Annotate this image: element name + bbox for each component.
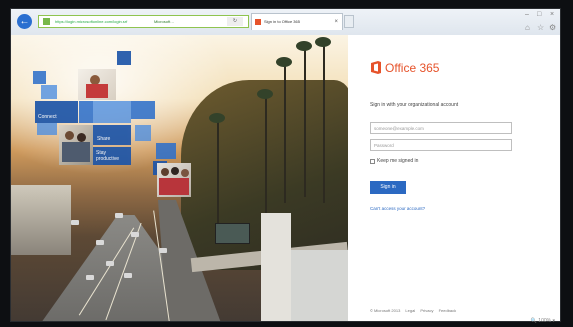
building — [11, 185, 71, 255]
zoom-dropdown-icon: ▾ — [552, 318, 555, 324]
decorative-tile — [37, 123, 57, 135]
favorites-icon[interactable]: ☆ — [537, 23, 544, 32]
building — [291, 250, 348, 321]
signin-heading: Sign in with your organizational account — [370, 102, 459, 108]
zoom-level[interactable]: 🔍 100% ▾ — [531, 318, 555, 324]
decorative-tile — [33, 71, 46, 84]
tab-signin[interactable]: Sign in to Office 365 × — [251, 13, 343, 30]
office365-brand: Office 365 — [385, 61, 440, 75]
palm-tree — [284, 63, 286, 203]
palm-tree — [304, 47, 306, 197]
team-photo-tile — [157, 163, 191, 197]
palm-tree — [265, 95, 267, 215]
office-favicon-icon — [255, 19, 261, 25]
office-logo-icon — [371, 61, 381, 74]
tab-close-icon[interactable]: × — [334, 14, 338, 30]
zoom-icon: 🔍 — [530, 318, 537, 324]
people-photo-tile — [59, 125, 93, 165]
browser-window: ← https://login.microsoftonline.com/logi… — [10, 8, 561, 322]
keep-signed-in-checkbox[interactable] — [370, 159, 375, 164]
copyright-text: © Microsoft 2013 — [370, 308, 401, 313]
highway-sign — [215, 223, 250, 244]
new-tab-button[interactable] — [344, 15, 354, 28]
decorative-tile — [79, 101, 93, 123]
stay-productive-tile: Stay productive — [93, 147, 131, 165]
decorative-tile — [117, 51, 131, 65]
privacy-link[interactable]: Privacy — [420, 308, 433, 313]
tab-title: Sign in to Office 365 — [264, 19, 300, 24]
person-photo-tile — [78, 69, 116, 100]
footer: © Microsoft 2013 Legal Privacy Feedback — [370, 308, 460, 313]
decorative-tile — [93, 101, 131, 123]
window-close-icon[interactable]: × — [550, 11, 554, 19]
decorative-tile — [156, 143, 176, 159]
palm-tree — [323, 43, 325, 203]
feedback-link[interactable]: Feedback — [439, 308, 457, 313]
refresh-icon[interactable]: ↻ — [227, 17, 243, 26]
address-url: https://login.microsoftonline.com/login.… — [55, 19, 128, 24]
hero-photo: Connect Share Stay productive — [11, 35, 348, 321]
zoom-value: 100% — [538, 318, 552, 324]
maximize-icon[interactable]: □ — [537, 11, 541, 19]
signin-button[interactable]: Sign in — [370, 181, 406, 194]
legal-link[interactable]: Legal — [405, 308, 415, 313]
home-icon[interactable]: ⌂ — [525, 23, 530, 32]
signin-panel: Office 365 Sign in with your organizatio… — [348, 35, 560, 321]
share-tile: Share — [93, 125, 131, 145]
lock-icon — [43, 18, 50, 25]
decorative-tile — [41, 85, 57, 99]
back-arrow-icon[interactable]: ← — [17, 14, 32, 29]
decorative-tile — [131, 101, 155, 119]
decorative-tile — [135, 125, 151, 141]
username-field[interactable] — [370, 122, 512, 134]
keep-signed-in-label: Keep me signed in — [377, 158, 419, 164]
building — [261, 213, 291, 321]
palm-tree — [217, 120, 219, 240]
tools-gear-icon[interactable]: ⚙ — [549, 23, 556, 32]
browser-toolbar: ← https://login.microsoftonline.com/logi… — [11, 9, 560, 36]
cant-access-account-link[interactable]: Can't access your account? — [370, 206, 425, 212]
address-bar[interactable]: https://login.microsoftonline.com/login.… — [38, 15, 249, 28]
connect-tile: Connect — [35, 101, 78, 123]
minimize-icon[interactable]: – — [525, 11, 529, 19]
password-field[interactable] — [370, 139, 512, 151]
site-identity: Microsoft… — [154, 19, 175, 24]
